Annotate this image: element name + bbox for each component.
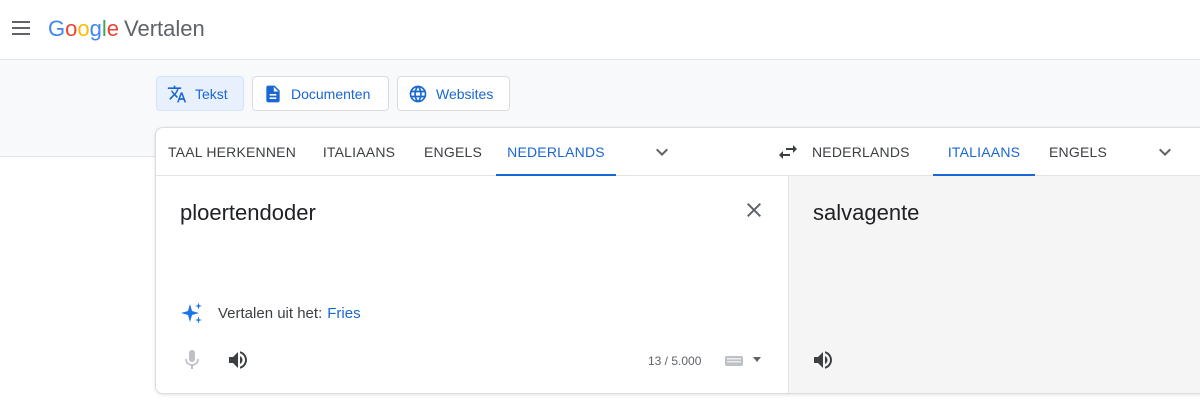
- tab-source-italian[interactable]: ITALIAANS: [308, 128, 410, 176]
- tab-source-dutch[interactable]: NEDERLANDS: [496, 128, 616, 176]
- translate-icon: [167, 85, 187, 102]
- source-speaker-icon[interactable]: [226, 348, 250, 372]
- suggestion-prefix: Vertalen uit het:: [218, 304, 323, 322]
- product-name: Vertalen: [124, 16, 205, 41]
- logo-letter: g: [89, 16, 102, 41]
- target-panel: salvagente: [788, 176, 1200, 393]
- target-speaker-icon[interactable]: [811, 348, 835, 372]
- translation-output: salvagente: [813, 200, 920, 225]
- logo-letter: G: [48, 16, 66, 41]
- keyboard-dropdown-arrow-icon[interactable]: [752, 356, 762, 364]
- tab-source-english[interactable]: ENGELS: [410, 128, 496, 176]
- keyboard-icon[interactable]: [722, 354, 746, 368]
- sparkle-icon: [181, 302, 202, 324]
- swap-languages-icon[interactable]: [776, 140, 800, 164]
- logo-letter: o: [65, 16, 78, 41]
- translation-card: TAAL HERKENNEN ITALIAANS ENGELS NEDERLAN…: [155, 127, 1200, 394]
- mode-websites-button[interactable]: Websites: [397, 76, 510, 111]
- target-more-languages-chevron-down-icon[interactable]: [1153, 140, 1177, 164]
- source-more-languages-chevron-down-icon[interactable]: [650, 140, 674, 164]
- source-panel: ploertendoder Vertalen uit het: Fries 13…: [156, 176, 788, 393]
- mode-label: Tekst: [195, 85, 228, 102]
- language-suggestion: Vertalen uit het: Fries: [180, 301, 361, 325]
- mode-text-button[interactable]: Tekst: [156, 76, 244, 111]
- app-logo[interactable]: Google Vertalen: [48, 15, 205, 43]
- character-counter: 13 / 5.000: [648, 354, 702, 368]
- globe-icon: [409, 85, 427, 102]
- language-bar: TAAL HERKENNEN ITALIAANS ENGELS NEDERLAN…: [156, 128, 1200, 176]
- tab-target-english[interactable]: ENGELS: [1035, 128, 1121, 176]
- document-icon: [266, 85, 280, 102]
- hamburger-menu-icon[interactable]: [8, 14, 36, 42]
- tab-target-dutch[interactable]: NEDERLANDS: [812, 128, 910, 176]
- mode-label: Documenten: [291, 85, 371, 102]
- logo-letter: e: [106, 16, 120, 41]
- mode-label: Websites: [436, 85, 494, 102]
- microphone-icon[interactable]: [180, 348, 204, 372]
- logo-letter: o: [77, 16, 90, 41]
- mode-documents-button[interactable]: Documenten: [252, 76, 389, 111]
- source-text-input[interactable]: ploertendoder: [180, 200, 316, 226]
- tab-target-italian[interactable]: ITALIAANS: [933, 128, 1035, 176]
- tab-detect-language[interactable]: TAAL HERKENNEN: [156, 128, 308, 176]
- suggested-language-link[interactable]: Fries: [327, 305, 360, 322]
- clear-text-close-icon[interactable]: [742, 198, 766, 222]
- app-header: Google Vertalen: [0, 0, 1200, 60]
